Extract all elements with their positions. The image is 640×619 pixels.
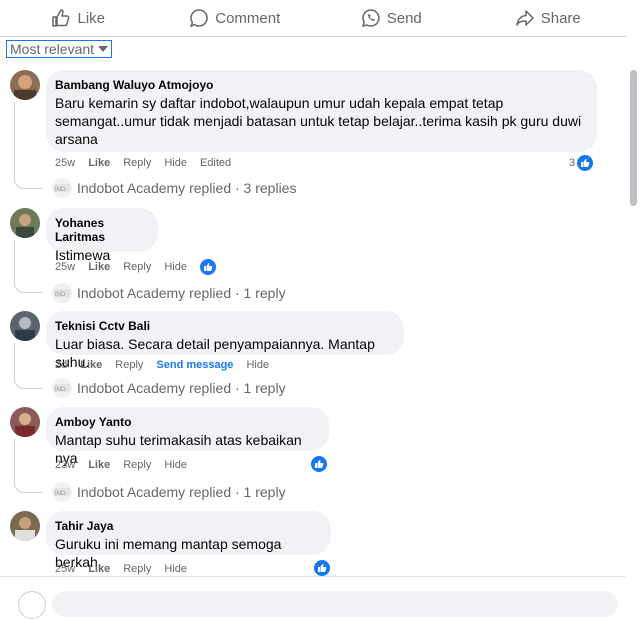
like-action-button[interactable]: Like <box>0 0 157 36</box>
comment-sort-dropdown[interactable]: Most relevant <box>6 40 113 58</box>
reaction-count[interactable]: 3 <box>569 155 594 171</box>
comment-text: Baru kemarin sy daftar indobot,walaupun … <box>55 94 585 148</box>
avatar[interactable] <box>10 70 40 100</box>
comment-reply-button[interactable]: Reply <box>123 157 151 169</box>
like-reaction-icon[interactable] <box>314 560 330 576</box>
replies-label: Indobot Academy replied · 1 reply <box>77 285 286 301</box>
comment-hide-button[interactable]: Hide <box>164 261 187 273</box>
indobot-avatar-icon: IND <box>52 482 72 502</box>
comment-action-label: Comment <box>215 9 281 27</box>
comment-bubble-icon <box>189 9 208 28</box>
replies-label: Indobot Academy replied · 1 reply <box>77 380 286 396</box>
caret-down-icon <box>98 46 109 52</box>
replies-label: Indobot Academy replied · 1 reply <box>77 484 286 500</box>
edited-label: Edited <box>199 157 232 169</box>
indobot-avatar-icon: IND <box>52 178 72 198</box>
comment-timestamp[interactable]: 25w <box>55 157 75 169</box>
share-action-label: Share <box>540 9 581 27</box>
comment-reply-button[interactable]: Reply <box>123 261 151 273</box>
like-reaction-icon <box>577 155 594 171</box>
comment-line: arsana <box>55 131 98 147</box>
thread-line <box>14 439 42 493</box>
comment-author[interactable]: Teknisi Cctv Bali <box>55 319 392 333</box>
comment-timestamp[interactable]: 23w <box>55 459 75 471</box>
send-message-button[interactable]: Send message <box>156 359 233 371</box>
comment-bubble: Bambang Waluyo Atmojoyo Baru kemarin sy … <box>46 70 597 152</box>
view-replies-link[interactable]: IND Indobot Academy replied · 1 reply <box>52 482 286 502</box>
sort-label: Most relevant <box>10 41 95 57</box>
post-action-bar: Like Comment Send Share <box>0 0 626 37</box>
svg-text:IND: IND <box>55 491 66 496</box>
comment-line: Baru kemarin sy daftar indobot,walaupun … <box>55 95 504 111</box>
write-comment-area <box>0 576 626 619</box>
comment-hide-button[interactable]: Hide <box>164 459 187 471</box>
comment-hide-button[interactable]: Hide <box>246 359 269 371</box>
svg-text:IND: IND <box>55 187 66 192</box>
thread-line <box>14 240 42 293</box>
avatar[interactable] <box>10 407 40 437</box>
comment-meta: 2d Like Reply Send message Hide <box>55 359 269 371</box>
like-reaction-icon[interactable] <box>311 456 327 472</box>
comment-hide-button[interactable]: Hide <box>164 563 187 575</box>
comment-action-button[interactable]: Comment <box>157 0 314 36</box>
like-action-label: Like <box>77 9 106 27</box>
send-action-button[interactable]: Send <box>313 0 470 36</box>
view-replies-link[interactable]: IND Indobot Academy replied · 1 reply <box>52 283 286 303</box>
comment-like-button[interactable]: Like <box>88 459 110 471</box>
comment-reply-button[interactable]: Reply <box>123 459 151 471</box>
comment-author[interactable]: Bambang Waluyo Atmojoyo <box>55 78 585 92</box>
avatar[interactable] <box>10 511 40 541</box>
svg-text:IND: IND <box>55 292 66 297</box>
comment-bubble: Yohanes Laritmas Istimewa <box>46 208 158 263</box>
current-user-avatar <box>18 591 46 619</box>
view-replies-link[interactable]: IND Indobot Academy replied · 3 replies <box>52 178 296 198</box>
comment-author[interactable]: Amboy Yanto <box>55 415 317 429</box>
comment-bubble: Teknisi Cctv Bali Luar biasa. Secara det… <box>46 311 404 370</box>
thumbs-up-icon <box>52 9 70 27</box>
comment-timestamp[interactable]: 25w <box>55 563 75 575</box>
thread-line <box>14 343 42 389</box>
comment-hide-button[interactable]: Hide <box>164 157 187 169</box>
comment-author[interactable]: Yohanes Laritmas <box>55 216 146 244</box>
whatsapp-icon <box>361 9 380 28</box>
comment-bubble: Tahir Jaya Guruku ini memang mantap semo… <box>46 511 331 570</box>
comment-timestamp[interactable]: 25w <box>55 261 75 273</box>
comment-like-button[interactable]: Like <box>88 157 110 169</box>
send-action-label: Send <box>386 9 422 27</box>
comment-like-button[interactable]: Like <box>80 359 102 371</box>
thread-line <box>14 102 42 189</box>
comment-reply-button[interactable]: Reply <box>123 563 151 575</box>
comment-meta: 25w Like Reply Hide Edited <box>55 157 231 169</box>
comment-like-button[interactable]: Like <box>88 261 110 273</box>
comment-line: semangat..umur tidak menjadi batasan unt… <box>55 113 582 129</box>
view-replies-link[interactable]: IND Indobot Academy replied · 1 reply <box>52 378 286 398</box>
indobot-avatar-icon: IND <box>52 283 72 303</box>
comment-bubble: Amboy Yanto Mantap suhu terimakasih atas… <box>46 407 329 466</box>
svg-text:IND: IND <box>55 387 66 392</box>
share-arrow-icon <box>515 10 534 26</box>
avatar[interactable] <box>10 208 40 238</box>
comment-meta: 23w Like Reply Hide <box>55 459 187 471</box>
comment-author[interactable]: Tahir Jaya <box>55 519 319 533</box>
comment-meta: 25w Like Reply Hide <box>55 563 187 575</box>
scrollbar-thumb[interactable] <box>630 70 637 206</box>
replies-label: Indobot Academy replied · 3 replies <box>77 180 297 196</box>
share-action-button[interactable]: Share <box>470 0 627 36</box>
like-reaction-icon[interactable] <box>199 259 216 275</box>
comment-reply-button[interactable]: Reply <box>115 359 143 371</box>
avatar[interactable] <box>10 311 40 341</box>
comment-like-button[interactable]: Like <box>88 563 110 575</box>
reaction-count-label: 3 <box>569 157 576 169</box>
comment-meta: 25w Like Reply Hide <box>55 259 216 275</box>
scrollbar[interactable] <box>626 36 640 595</box>
comment-timestamp[interactable]: 2d <box>55 359 67 371</box>
indobot-avatar-icon: IND <box>52 378 72 398</box>
